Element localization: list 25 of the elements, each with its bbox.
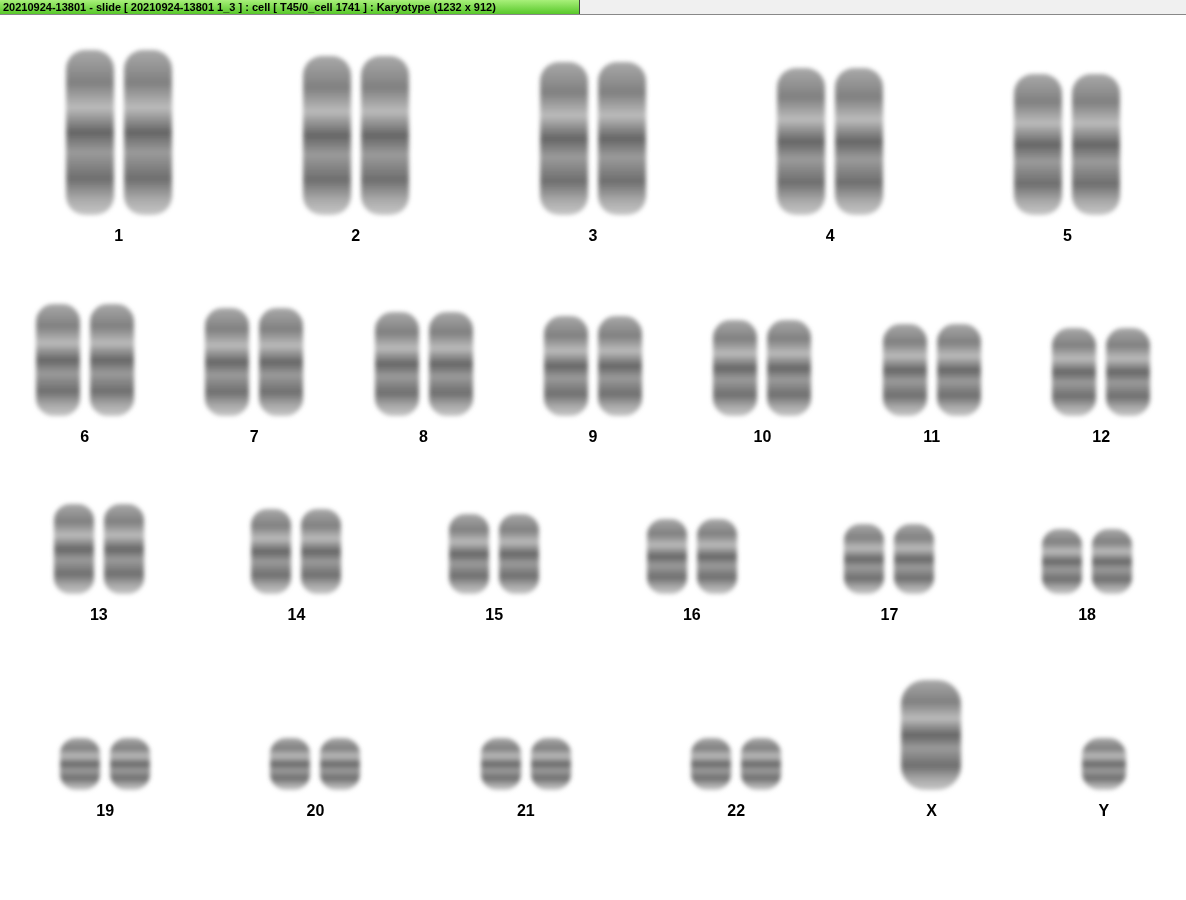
chromosome-label: 6 [80, 428, 90, 446]
chromosome-label: 18 [1078, 606, 1096, 624]
chromosome-label: 12 [1092, 428, 1111, 446]
chromosome-label: 7 [249, 428, 259, 446]
chromosome-label: 1 [114, 227, 124, 245]
chromosome-label: 22 [727, 802, 746, 820]
chromosome-label: 17 [880, 606, 899, 624]
chromosome-label: Y [1098, 802, 1110, 820]
chromosome-label: 5 [1062, 227, 1072, 245]
chromosome-label: 2 [351, 227, 361, 245]
chromosome-label: 19 [96, 802, 115, 820]
window-title: 20210924-13801 - slide [ 20210924-13801 1_3 ] : cell [ T45/0_cell 1741 ] : Karyotype (1232 x 912) [0, 0, 580, 14]
chromosome-label: 13 [89, 606, 108, 624]
chromosome-label: 21 [516, 802, 535, 820]
chromosome-label: 11 [923, 428, 941, 446]
chromosome-label: 15 [485, 606, 504, 624]
chromosome-label: 8 [419, 428, 428, 446]
chromosome-label: 16 [682, 606, 701, 624]
chromosome-label: 14 [287, 606, 306, 624]
chromosome-label: 9 [588, 428, 598, 446]
chromosome-label: 20 [306, 802, 325, 820]
chromosome-label: X [926, 802, 937, 820]
chromosome-label: 4 [825, 227, 835, 245]
chromosome-label: 3 [588, 227, 598, 245]
chromosome-label: 10 [753, 428, 772, 446]
